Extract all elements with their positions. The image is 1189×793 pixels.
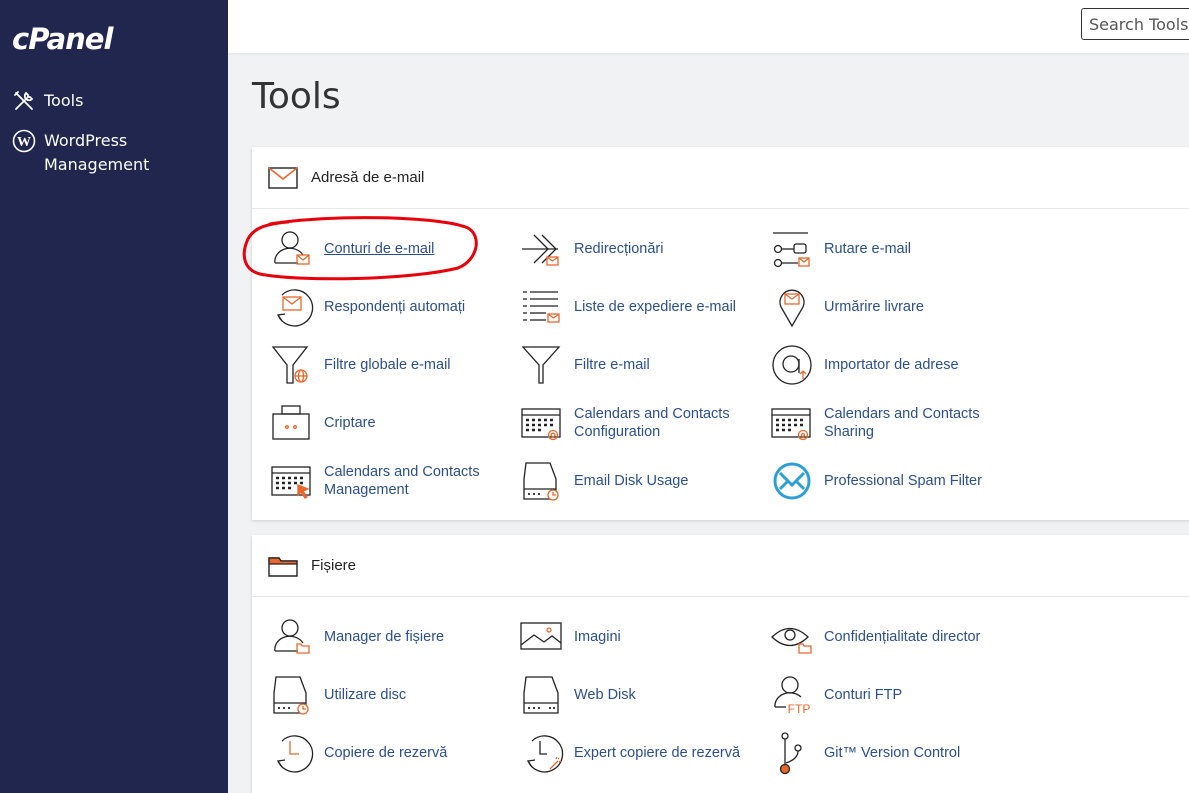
encryption-icon bbox=[272, 405, 310, 440]
email-section-panel: Adresă de e-mail Conturi de e-mail Redir… bbox=[252, 147, 1189, 520]
tool-label: Redirecționări bbox=[574, 241, 664, 257]
disk-usage-icon bbox=[273, 676, 309, 715]
address-importer-icon bbox=[772, 345, 812, 385]
sidebar-item-label: WordPress Management bbox=[44, 131, 150, 174]
tool-label: Filtre e-mail bbox=[574, 357, 650, 373]
mailing-lists-icon bbox=[523, 291, 560, 323]
tool-label: Email Disk Usage bbox=[574, 473, 689, 489]
tool-label: Importator de adrese bbox=[824, 357, 959, 373]
calendar-sharing-icon bbox=[771, 408, 811, 441]
tool-label: Calendars and Contacts Configuration bbox=[574, 406, 730, 440]
ftp-accounts-icon: FTP bbox=[774, 676, 811, 716]
envelope-icon bbox=[268, 167, 298, 189]
tool-label: Calendars and Contacts Management bbox=[324, 464, 480, 498]
tool-backup[interactable]: Copiere de rezervă bbox=[270, 731, 499, 775]
tool-mailing-lists[interactable]: Liste de expediere e-mail bbox=[520, 285, 749, 329]
autoresponders-icon bbox=[276, 289, 314, 327]
directory-privacy-icon bbox=[771, 627, 812, 654]
calendar-management-icon bbox=[271, 466, 311, 499]
tool-email-filters[interactable]: Filtre e-mail bbox=[520, 343, 749, 387]
tool-backup-wizard[interactable]: Expert copiere de rezervă bbox=[520, 731, 749, 775]
web-disk-icon bbox=[523, 676, 559, 714]
tool-label: Calendars and Contacts Sharing bbox=[824, 406, 980, 440]
tool-spam-filter[interactable]: Professional Spam Filter bbox=[770, 459, 999, 503]
tool-label: Git™ Version Control bbox=[824, 745, 961, 761]
tool-ftp-accounts[interactable]: FTP Conturi FTP bbox=[770, 673, 999, 717]
email-accounts-icon bbox=[274, 231, 310, 265]
email-filters-icon bbox=[521, 346, 561, 384]
svg-text:W: W bbox=[17, 135, 31, 150]
section-title: Fișiere bbox=[311, 557, 357, 574]
global-filters-icon bbox=[271, 346, 309, 384]
tool-address-importer[interactable]: Importator de adrese bbox=[770, 343, 999, 387]
tool-label: Respondenți automați bbox=[324, 299, 466, 315]
tool-web-disk[interactable]: Web Disk bbox=[520, 673, 749, 717]
email-disk-usage-icon bbox=[523, 462, 559, 501]
tool-directory-privacy[interactable]: Confidențialitate director bbox=[770, 615, 999, 659]
backup-icon bbox=[276, 735, 314, 773]
email-section-header[interactable]: Adresă de e-mail bbox=[252, 147, 1189, 209]
calendar-config-icon bbox=[521, 408, 561, 441]
tool-track-delivery[interactable]: Urmărire livrare bbox=[770, 285, 999, 329]
tool-forwarders[interactable]: Redirecționări bbox=[520, 227, 749, 271]
spam-filter-icon bbox=[773, 462, 811, 500]
tool-global-email-filters[interactable]: Filtre globale e-mail bbox=[270, 343, 499, 387]
tool-calendars-sharing[interactable]: Calendars and Contacts Sharing bbox=[770, 401, 999, 445]
sidebar-item-label: Tools bbox=[44, 91, 84, 110]
sidebar: cPanel Tools W WordPress Management bbox=[0, 0, 228, 793]
backup-wizard-icon bbox=[526, 735, 564, 773]
file-manager-icon bbox=[274, 619, 310, 654]
tool-label: Urmărire livrare bbox=[824, 299, 924, 315]
ftp-text: FTP bbox=[788, 702, 811, 716]
tool-label: Manager de fișiere bbox=[324, 629, 445, 645]
tool-calendars-management[interactable]: Calendars and Contacts Management bbox=[270, 459, 499, 503]
tool-disk-usage[interactable]: Utilizare disc bbox=[270, 673, 499, 717]
files-section-panel: Fișiere Manager de fișiere Imagini Confi… bbox=[252, 535, 1189, 793]
git-icon bbox=[779, 732, 802, 775]
track-delivery-icon bbox=[779, 289, 805, 328]
section-title: Adresă de e-mail bbox=[311, 169, 425, 186]
files-section-header[interactable]: Fișiere bbox=[252, 535, 1189, 597]
images-icon bbox=[520, 622, 562, 650]
tool-label: Professional Spam Filter bbox=[824, 473, 982, 489]
tool-email-routing[interactable]: Rutare e-mail bbox=[770, 227, 999, 271]
tool-label: Criptare bbox=[324, 415, 376, 431]
tools-icon bbox=[14, 91, 34, 110]
tool-label: Expert copiere de rezervă bbox=[574, 745, 741, 761]
folder-icon bbox=[268, 557, 298, 577]
tool-label: Filtre globale e-mail bbox=[324, 357, 451, 373]
tool-label: Rutare e-mail bbox=[824, 241, 912, 257]
email-routing-icon bbox=[773, 232, 810, 268]
cpanel-logo[interactable]: cPanel bbox=[12, 22, 113, 56]
sidebar-item-wordpress[interactable]: W WordPress Management bbox=[12, 129, 164, 177]
page-title: Tools bbox=[252, 76, 341, 117]
tool-git-version-control[interactable]: Git™ Version Control bbox=[770, 731, 999, 775]
tool-label: Utilizare disc bbox=[324, 687, 407, 703]
forwarders-icon bbox=[522, 234, 559, 266]
tool-label: Copiere de rezervă bbox=[324, 745, 448, 761]
tool-label: Liste de expediere e-mail bbox=[574, 299, 737, 315]
tool-label: Web Disk bbox=[574, 687, 636, 703]
tool-label: Conturi de e-mail bbox=[324, 241, 435, 257]
tool-email-accounts[interactable]: Conturi de e-mail bbox=[270, 227, 499, 271]
tool-calendars-config[interactable]: Calendars and Contacts Configuration bbox=[520, 401, 749, 445]
search-tools-input[interactable] bbox=[1081, 8, 1189, 40]
tool-label: Confidențialitate director bbox=[824, 629, 981, 645]
wordpress-icon: W bbox=[12, 129, 36, 153]
top-bar bbox=[228, 0, 1189, 53]
sidebar-item-tools[interactable]: Tools bbox=[12, 89, 164, 113]
tool-label: Conturi FTP bbox=[824, 687, 903, 703]
tool-email-disk-usage[interactable]: Email Disk Usage bbox=[520, 459, 749, 503]
tool-file-manager[interactable]: Manager de fișiere bbox=[270, 615, 499, 659]
tool-images[interactable]: Imagini bbox=[520, 615, 749, 659]
tool-autoresponders[interactable]: Respondenți automați bbox=[270, 285, 499, 329]
tool-encryption[interactable]: Criptare bbox=[270, 401, 499, 445]
tool-label: Imagini bbox=[574, 629, 621, 645]
